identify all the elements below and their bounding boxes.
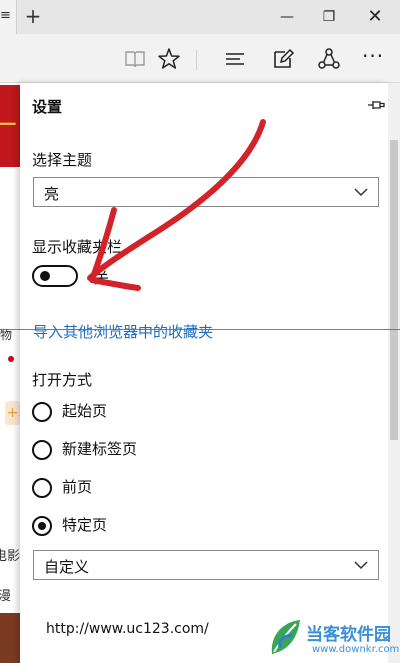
more-actions-button[interactable]: ··· [362,44,384,68]
radio-label: 起始页 [62,402,108,420]
favorites-bar-state: 关 [94,269,110,287]
page-text-fragment: 漫 [0,585,11,604]
theme-dropdown-value: 亮 [44,185,60,203]
annotation-line [0,329,400,330]
watermark-logo: 当客软件园 www.downkr.com [262,612,400,663]
radio-label: 特定页 [62,516,108,534]
watermark-name: 当客软件园 [306,625,391,645]
open-with-label: 打开方式 [32,371,93,389]
chevron-down-icon [354,561,368,570]
radio-button[interactable] [32,478,52,498]
radio-selected-dot [38,522,46,530]
radio-label: 前页 [62,478,93,496]
favorite-star-icon[interactable] [156,46,182,72]
leaf-logo-icon [271,620,300,654]
radio-button[interactable] [32,402,52,422]
close-window-button[interactable]: ✕ [358,4,392,30]
radio-button-selected[interactable] [32,516,52,536]
page-card[interactable]: + [5,401,20,425]
watermark-url: www.downkr.com [312,644,400,655]
page-banner-text: 一 [0,111,16,137]
specific-page-dropdown[interactable]: 自定义 [33,550,379,580]
hub-icon[interactable] [222,46,248,72]
theme-dropdown[interactable]: 亮 [33,177,379,207]
reading-view-icon[interactable] [122,46,148,72]
web-note-icon[interactable] [270,46,296,72]
favorites-bar-toggle[interactable] [32,265,78,287]
page-dot [8,356,14,362]
page-text-fragment: 电影 [0,549,21,564]
web-page-content: 一 物 + 电影 漫 [0,83,21,663]
favorites-bar-label: 显示收藏夹栏 [32,238,123,256]
radio-label: 新建标签页 [62,440,138,458]
import-favorites-link[interactable]: 导入其他浏览器中的收藏夹 [33,321,213,342]
specific-page-dropdown-value: 自定义 [44,558,90,576]
toggle-knob [40,271,50,281]
new-tab-button[interactable]: + [22,4,44,28]
radio-button[interactable] [32,440,52,460]
share-icon[interactable] [316,46,342,72]
chevron-down-icon [354,188,368,197]
panel-title: 设置 [32,98,63,116]
theme-label: 选择主题 [32,151,93,169]
maximize-button[interactable]: ❐ [312,4,346,30]
specific-page-url[interactable]: http://www.uc123.com/ [46,621,209,637]
tab-menu-icon[interactable]: ≡ [0,8,11,23]
minimize-button[interactable]: — [270,4,304,30]
toolbar-divider [196,50,197,70]
pin-icon[interactable] [366,95,386,115]
scrollbar-thumb[interactable] [390,140,398,440]
page-image[interactable] [0,613,20,663]
